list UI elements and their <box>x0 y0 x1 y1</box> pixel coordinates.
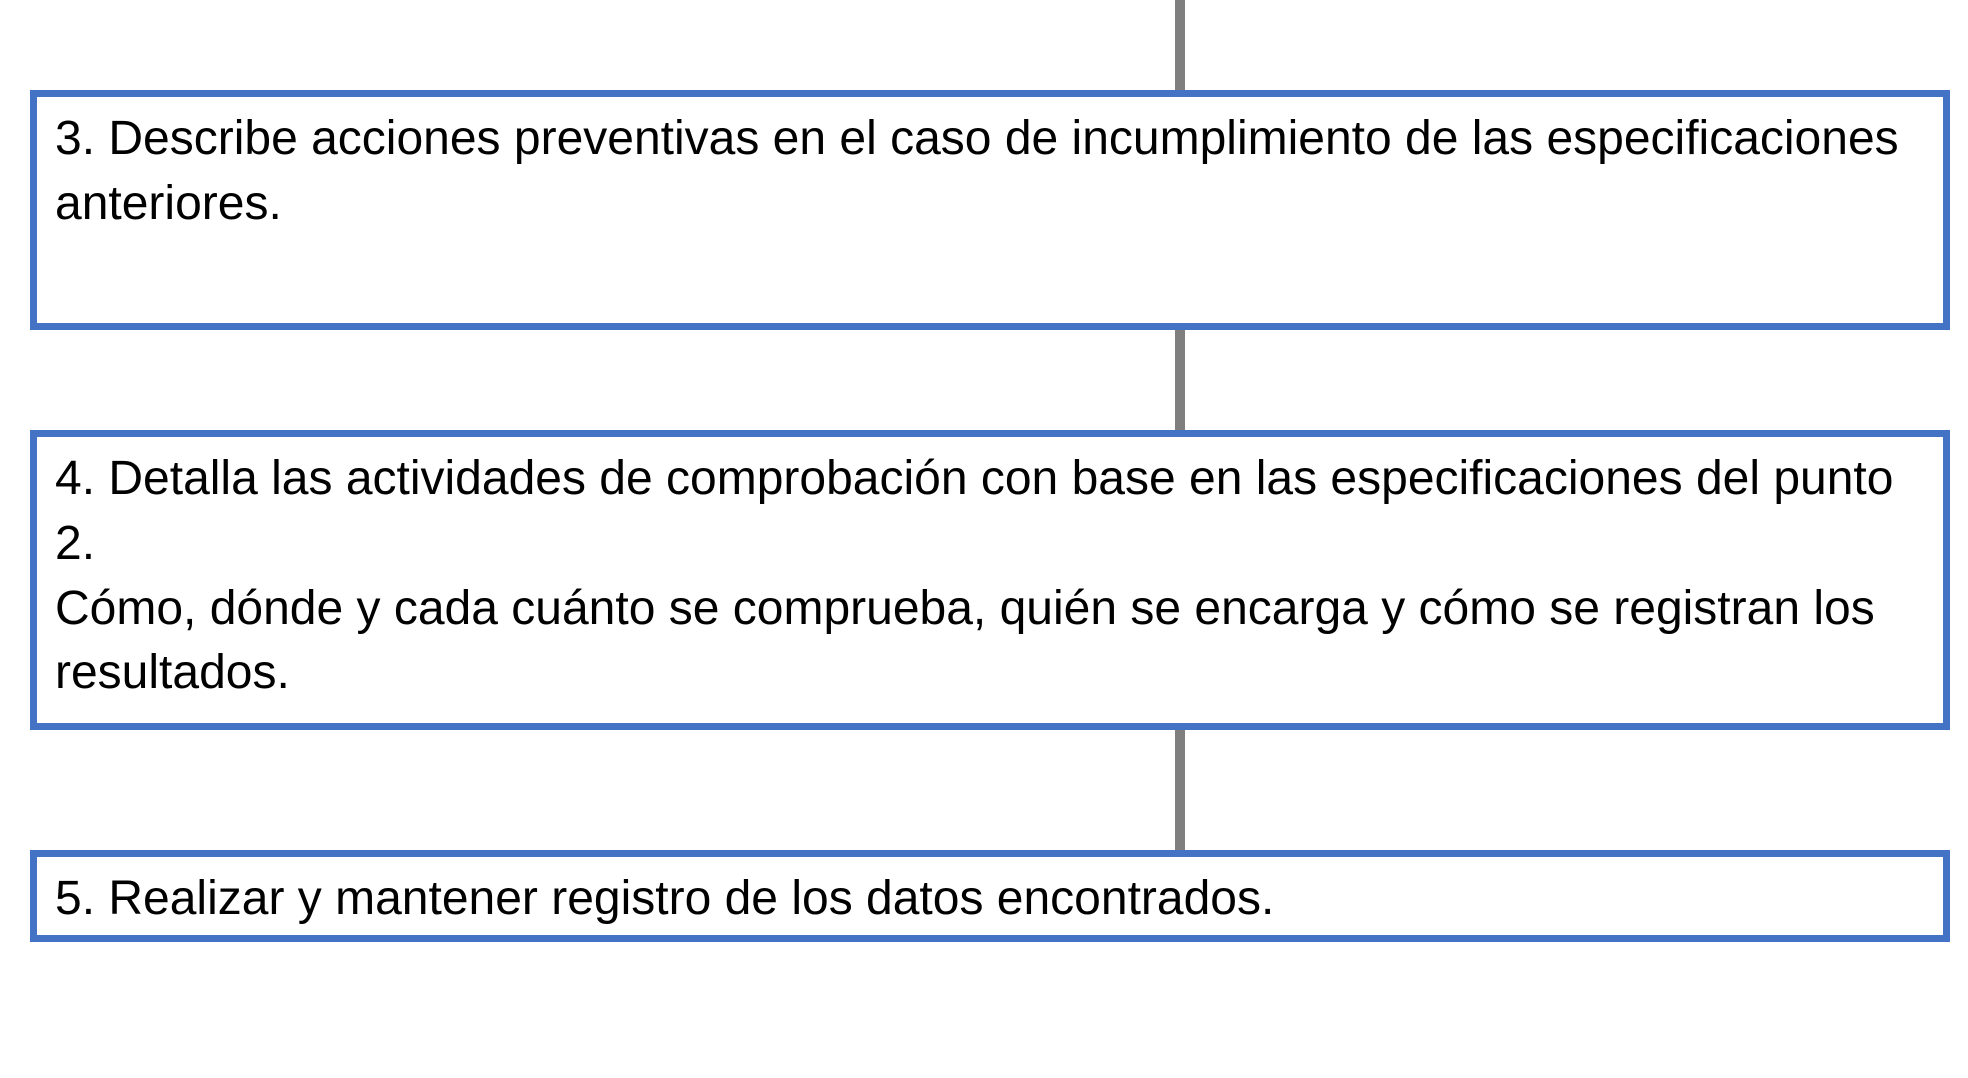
box-4-line2: Cómo, dónde y cada cuánto se comprueba, … <box>55 577 1925 707</box>
flowchart-box-5: 5. Realizar y mantener registro de los d… <box>30 850 1950 942</box>
box-5-text: 5. Realizar y mantener registro de los d… <box>55 867 1925 932</box>
box-3-text: 3. Describe acciones preventivas en el c… <box>55 107 1925 237</box>
flowchart-box-3: 3. Describe acciones preventivas en el c… <box>30 90 1950 330</box>
connector-line-mid2 <box>1175 730 1185 850</box>
connector-line-mid1 <box>1175 330 1185 430</box>
flowchart-box-4: 4. Detalla las actividades de comprobaci… <box>30 430 1950 730</box>
box-4-line1: 4. Detalla las actividades de comprobaci… <box>55 447 1925 577</box>
connector-line-top <box>1175 0 1185 90</box>
